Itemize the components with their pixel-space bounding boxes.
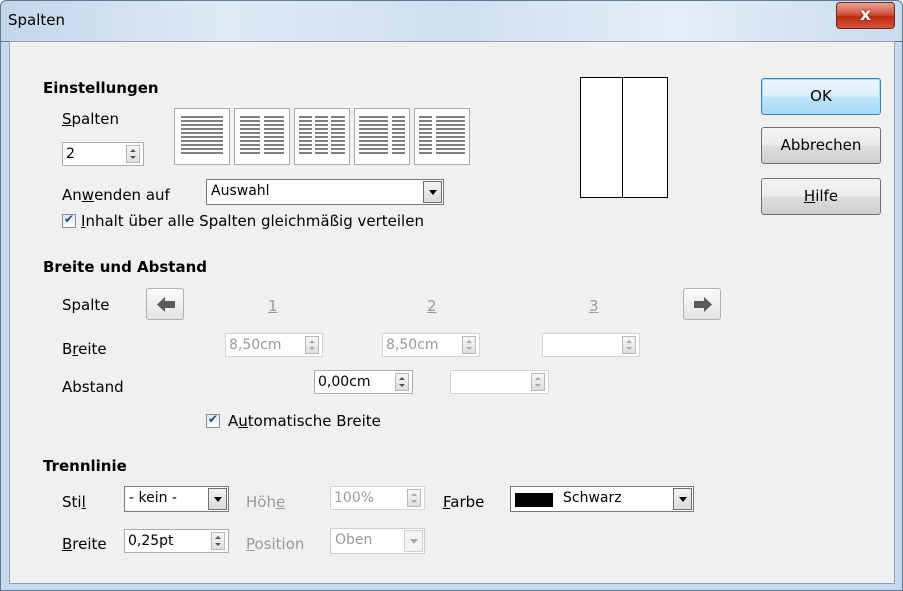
color-value: Schwarz bbox=[563, 490, 622, 506]
height-label: Höhe bbox=[246, 493, 285, 511]
width-value-col2: 8,50cm bbox=[386, 337, 439, 353]
style-dropdown[interactable]: - kein - bbox=[124, 486, 229, 512]
title-bar bbox=[0, 0, 903, 41]
column-label: Spalte bbox=[62, 296, 110, 314]
color-label: Farbe bbox=[443, 493, 484, 511]
width-label-a: B bbox=[62, 340, 73, 358]
color-label-rest: arbe bbox=[450, 493, 485, 511]
spacing-label: Abstand bbox=[62, 378, 124, 396]
preview-column-divider bbox=[622, 78, 623, 197]
separator-heading: Trennlinie bbox=[43, 457, 127, 475]
width-label: Breite bbox=[62, 340, 107, 358]
columns-label: Spalten bbox=[62, 110, 119, 128]
chevron-down-icon[interactable] bbox=[404, 530, 423, 552]
distribute-checkbox[interactable] bbox=[62, 212, 76, 228]
columns-spin-arrows[interactable] bbox=[126, 145, 140, 163]
apply-label-mnemonic: w bbox=[81, 186, 95, 204]
style-label: Stil bbox=[62, 493, 86, 511]
autowidth-rest: tomatische Breite bbox=[247, 412, 381, 430]
columns-label-mnemonic: S bbox=[62, 110, 72, 128]
width-spacing-heading: Breite und Abstand bbox=[43, 258, 208, 276]
spacing-value-1: 0,00cm bbox=[318, 374, 371, 390]
preset-three-columns[interactable] bbox=[294, 108, 350, 165]
arrow-left-icon bbox=[157, 297, 175, 312]
chevron-down-icon[interactable] bbox=[673, 488, 692, 510]
position-label: Position bbox=[246, 535, 304, 553]
columns-value: 2 bbox=[66, 146, 75, 162]
spacing-field-1[interactable]: 0,00cm bbox=[314, 370, 413, 394]
position-mnemonic: P bbox=[246, 535, 255, 553]
autowidth-checkbox[interactable] bbox=[206, 412, 220, 428]
column-presets bbox=[174, 108, 474, 166]
spacing-2-spin-arrows[interactable] bbox=[531, 373, 545, 391]
style-label-mnemonic: l bbox=[81, 493, 86, 511]
width-field-col2[interactable]: 8,50cm bbox=[382, 333, 480, 357]
apply-value: Auswahl bbox=[211, 183, 270, 199]
arrow-right-icon bbox=[694, 297, 712, 312]
height-field[interactable]: 100% bbox=[330, 486, 425, 510]
columns-stepper[interactable]: 2 bbox=[62, 142, 144, 166]
settings-heading: Einstellungen bbox=[43, 79, 159, 97]
line-width-mnemonic: B bbox=[62, 535, 73, 553]
spacing-field-2[interactable] bbox=[450, 370, 549, 394]
line-width-spin-arrows[interactable] bbox=[211, 532, 225, 550]
chevron-down-icon[interactable] bbox=[208, 488, 227, 510]
line-width-label: Breite bbox=[62, 535, 107, 553]
height-label-mnemonic: e bbox=[275, 493, 286, 511]
distribute-rest: nhalt über alle Spalten gleichmäßig vert… bbox=[85, 212, 424, 230]
height-value: 100% bbox=[334, 490, 375, 506]
width-field-col3[interactable] bbox=[542, 333, 640, 357]
width-value-col1: 8,50cm bbox=[229, 337, 282, 353]
window-title: Spalten bbox=[8, 11, 66, 29]
close-icon: x bbox=[860, 5, 871, 25]
next-column-button[interactable] bbox=[683, 288, 721, 320]
style-value: - kein - bbox=[129, 490, 177, 506]
ok-button[interactable]: OK bbox=[761, 78, 881, 115]
apply-label: Anwenden auf bbox=[62, 186, 170, 204]
style-label-a: Sti bbox=[62, 493, 82, 511]
position-rest: osition bbox=[254, 535, 305, 553]
previous-column-button[interactable] bbox=[146, 288, 184, 320]
position-value: Oben bbox=[335, 532, 373, 548]
width-col1-spin-arrows[interactable] bbox=[305, 336, 319, 354]
apply-dropdown[interactable]: Auswahl bbox=[206, 179, 444, 205]
help-rest: ilfe bbox=[815, 187, 839, 205]
preset-wide-right[interactable] bbox=[414, 108, 470, 165]
autowidth-mnemonic: u bbox=[238, 412, 248, 430]
chevron-down-icon[interactable] bbox=[423, 181, 442, 203]
position-dropdown[interactable]: Oben bbox=[330, 528, 425, 554]
height-label-a: Höh bbox=[246, 493, 276, 511]
width-label-rest: eite bbox=[78, 340, 107, 358]
height-spin-arrows[interactable] bbox=[407, 489, 421, 507]
cancel-button[interactable]: Abbrechen bbox=[761, 127, 881, 164]
distribute-label: Inhalt über alle Spalten gleichmäßig ver… bbox=[81, 212, 424, 230]
width-field-col1[interactable]: 8,50cm bbox=[225, 333, 323, 357]
column-number-2: 2 bbox=[427, 297, 437, 315]
spacing-1-spin-arrows[interactable] bbox=[395, 373, 409, 391]
color-dropdown[interactable]: Schwarz bbox=[510, 486, 694, 512]
line-width-field[interactable]: 0,25pt bbox=[124, 529, 229, 553]
preset-wide-left[interactable] bbox=[354, 108, 410, 165]
width-col3-spin-arrows[interactable] bbox=[622, 336, 636, 354]
apply-label-rest: enden auf bbox=[94, 186, 170, 204]
preset-one-column[interactable] bbox=[174, 108, 230, 165]
autowidth-a: A bbox=[228, 412, 239, 430]
color-swatch bbox=[515, 493, 553, 507]
apply-label-a: An bbox=[62, 186, 82, 204]
line-width-rest: reite bbox=[72, 535, 107, 553]
columns-label-rest: palten bbox=[71, 110, 120, 128]
help-button[interactable]: Hilfe bbox=[761, 178, 881, 215]
page-preview bbox=[580, 77, 668, 198]
column-number-3: 3 bbox=[589, 297, 599, 315]
help-mnemonic: H bbox=[803, 187, 816, 205]
preset-two-columns[interactable] bbox=[234, 108, 290, 165]
line-width-value: 0,25pt bbox=[128, 533, 174, 549]
width-col2-spin-arrows[interactable] bbox=[462, 336, 476, 354]
column-number-1: 1 bbox=[268, 297, 278, 315]
autowidth-label: Automatische Breite bbox=[228, 412, 381, 430]
close-button[interactable]: x bbox=[836, 2, 895, 29]
